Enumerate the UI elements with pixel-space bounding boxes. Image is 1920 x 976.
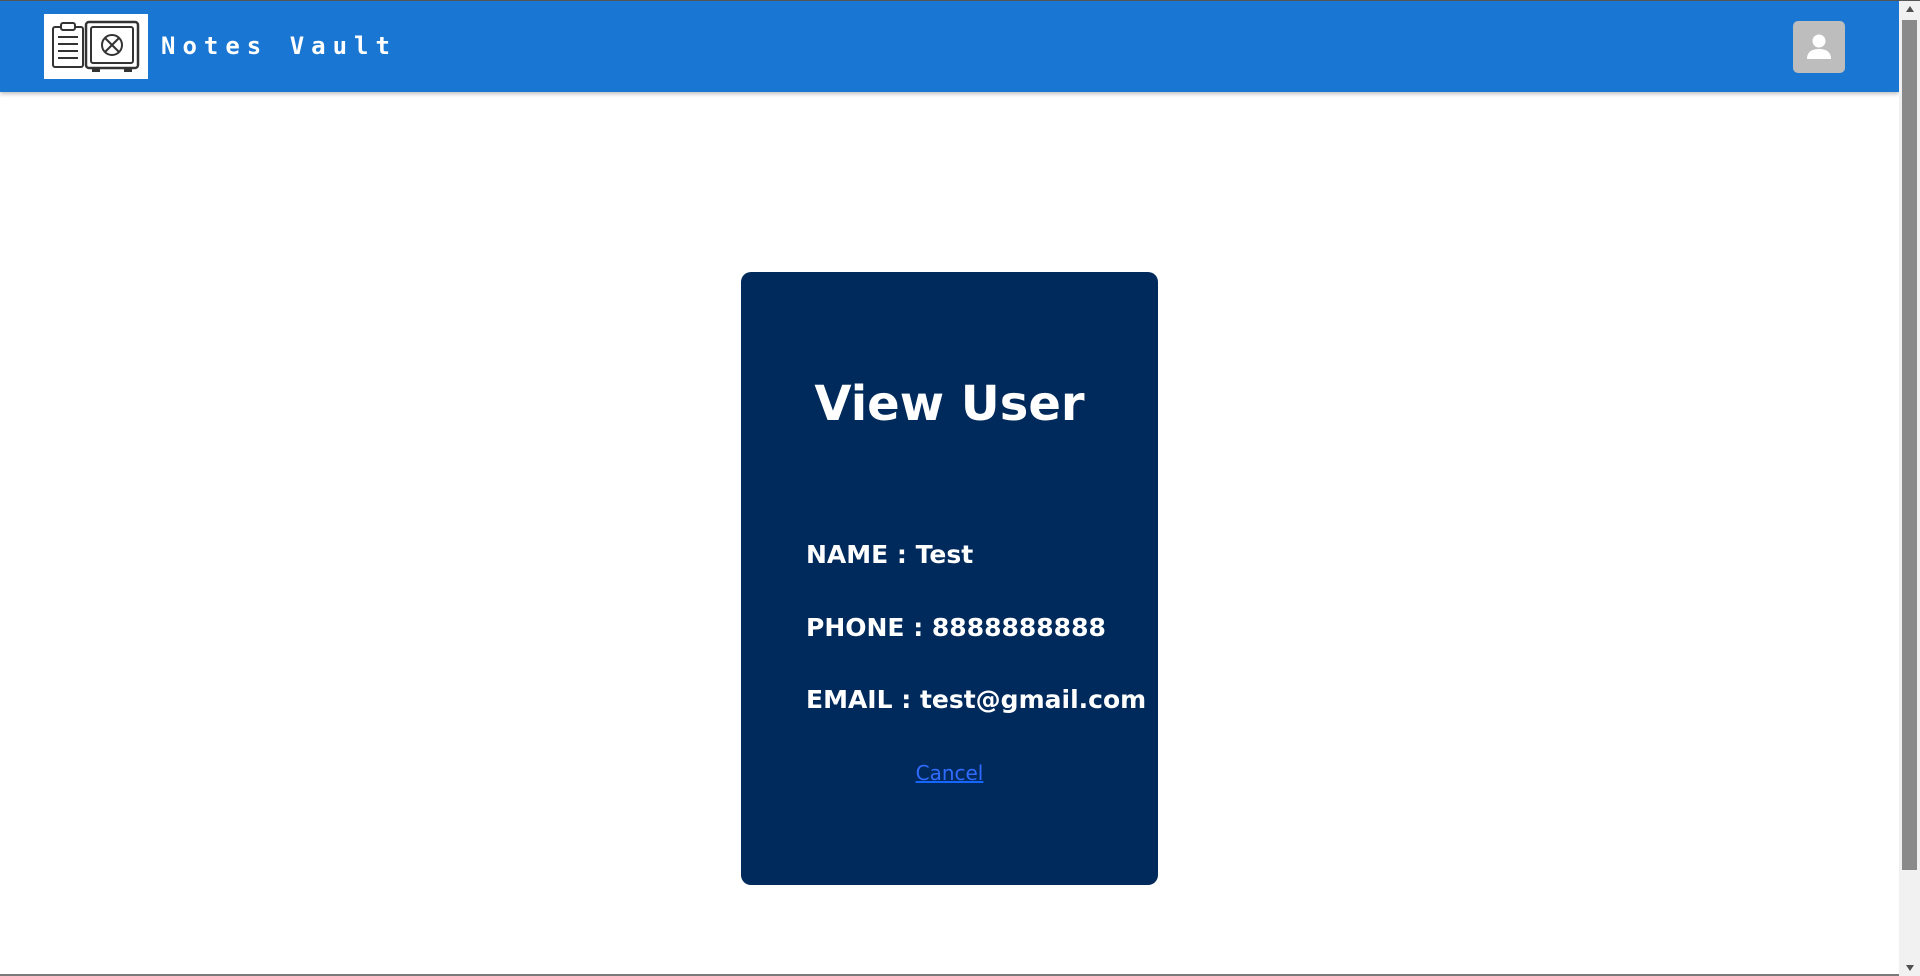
scroll-down-button[interactable] <box>1899 959 1920 976</box>
scrollbar-thumb[interactable] <box>1899 17 1920 873</box>
card-title: View User <box>814 376 1085 432</box>
scroll-down-arrow-icon <box>1905 964 1914 971</box>
cancel-link-label[interactable]: Cancel <box>916 761 984 785</box>
person-icon <box>1807 34 1831 59</box>
notes-vault-logo[interactable] <box>44 14 148 79</box>
user-email-field: EMAIL : test@gmail.com <box>806 685 1147 714</box>
notes-safe-logo-icon <box>52 20 140 72</box>
app-title: Notes Vault <box>161 32 397 60</box>
user-name-field: NAME : Test <box>806 540 974 569</box>
scroll-up-arrow-icon <box>1905 5 1914 12</box>
user-avatar-button[interactable] <box>1793 21 1845 73</box>
page: Notes Vault View User NAME : Test PHONE … <box>0 0 1899 976</box>
app-bar: Notes Vault <box>0 0 1899 92</box>
user-phone-field: PHONE : 8888888888 <box>806 613 1106 642</box>
window-top-border <box>0 0 1920 1</box>
cancel-link[interactable]: Cancel <box>0 760 1899 786</box>
scroll-up-button[interactable] <box>1899 0 1920 17</box>
view-user-card <box>741 272 1158 885</box>
